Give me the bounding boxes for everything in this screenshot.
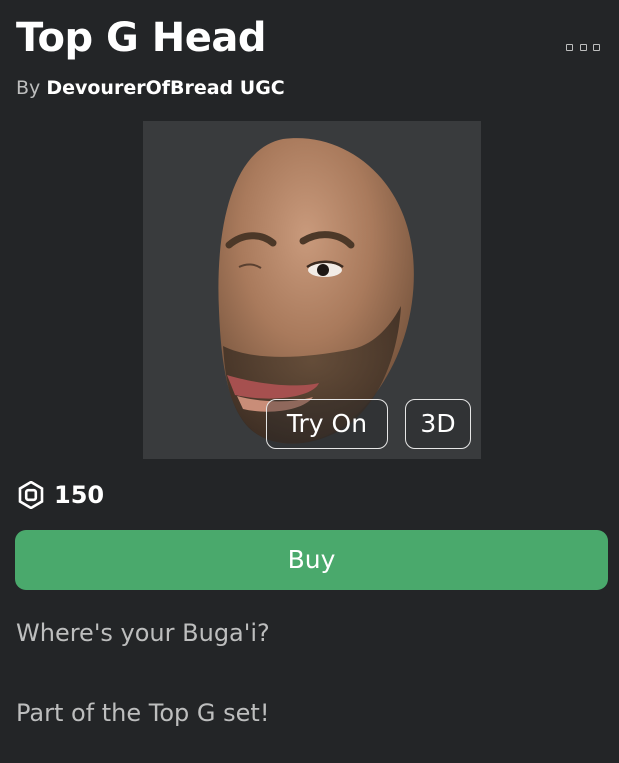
creator-line: By DevourerOfBread UGC: [16, 74, 285, 102]
more-options-button[interactable]: [566, 40, 600, 54]
view-3d-button[interactable]: 3D: [405, 399, 471, 449]
more-dot-icon: [593, 43, 600, 51]
more-dot-icon: [566, 43, 573, 51]
item-thumbnail: Try On 3D: [143, 121, 481, 459]
more-dot-icon: [579, 43, 587, 51]
price-row: 150: [18, 479, 104, 511]
try-on-button[interactable]: Try On: [266, 399, 388, 449]
description-line: Part of the Top G set!: [16, 699, 270, 727]
creator-prefix: By: [16, 77, 41, 99]
robux-icon: [18, 481, 44, 509]
item-title: Top G Head: [16, 15, 267, 61]
buy-button[interactable]: Buy: [15, 530, 608, 590]
creator-link[interactable]: DevourerOfBread UGC: [46, 77, 284, 99]
price-value: 150: [54, 481, 105, 509]
description-line: Where's your Buga'i?: [16, 619, 270, 647]
item-details-page: Top G Head By DevourerOfBread UGC Try On…: [0, 0, 619, 763]
